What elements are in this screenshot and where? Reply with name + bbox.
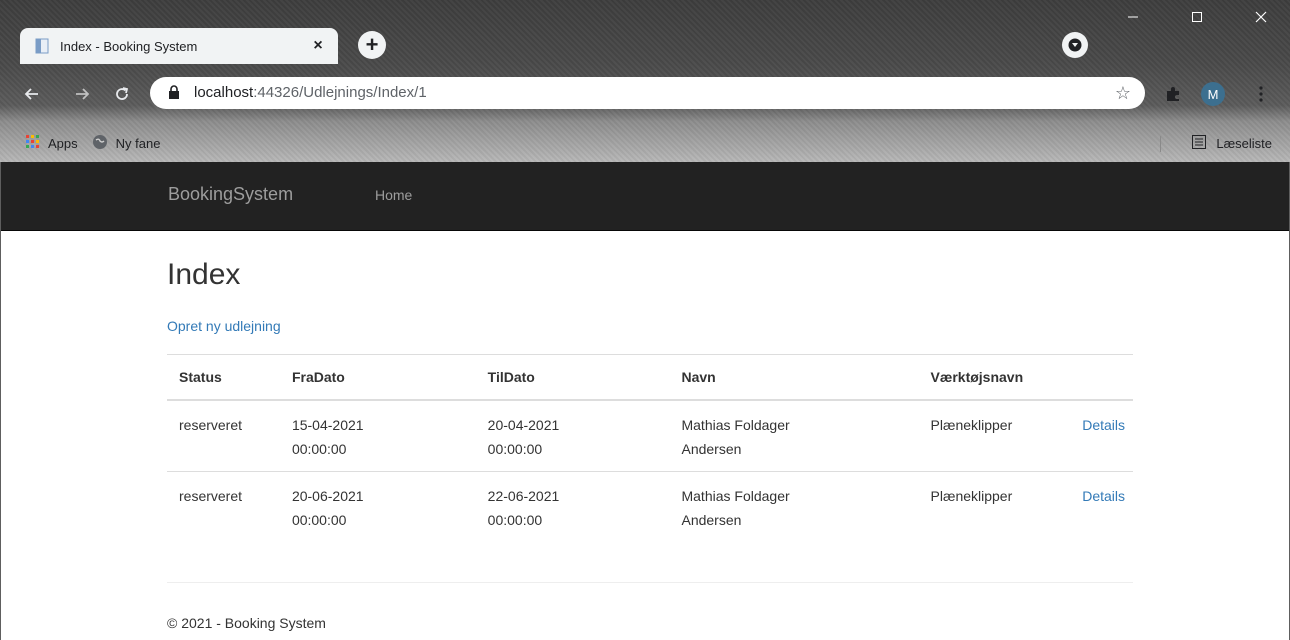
reading-list-icon — [1192, 134, 1207, 152]
minimize-icon[interactable] — [1110, 0, 1156, 34]
rentals-table: Status FraDato TilDato Navn Værktøjsnavn… — [167, 354, 1133, 542]
extensions-puzzle-icon[interactable] — [1160, 81, 1186, 107]
header-vaerktojsnavn: Værktøjsnavn — [918, 354, 1071, 401]
name-line: Andersen — [681, 441, 742, 457]
table-header-row: Status FraDato TilDato Navn Værktøjsnavn — [167, 354, 1133, 401]
name-line: Andersen — [681, 512, 742, 528]
bookmark-star-icon[interactable]: ☆ — [1115, 83, 1131, 104]
cell-navn: Mathias Foldager Andersen — [669, 399, 919, 472]
cell-status: reserveret — [167, 471, 280, 542]
avatar: M — [1201, 82, 1225, 106]
date: 15-04-2021 — [291, 417, 364, 433]
create-new-rental-link[interactable]: Opret ny udlejning — [167, 318, 281, 334]
time: 00:00:00 — [291, 441, 347, 457]
cell-actions: Details — [1070, 399, 1133, 472]
document-favicon-icon — [34, 38, 50, 54]
reading-list-label: Læseliste — [1216, 135, 1272, 151]
address-bar[interactable]: localhost:44326/Udlejnings/Index/1 ☆ — [150, 77, 1145, 109]
date: 22-06-2021 — [487, 488, 560, 504]
browser-tab[interactable]: Index - Booking System × — [20, 28, 338, 64]
cell-navn: Mathias Foldager Andersen — [669, 471, 919, 542]
name-line: Mathias Foldager — [681, 488, 790, 504]
browser-chrome: Index - Booking System × + localhost:443… — [0, 0, 1290, 162]
cell-vaerktojsnavn: Plæneklipper — [918, 399, 1071, 472]
bookmarks-separator — [1160, 136, 1161, 152]
footer-copyright: © 2021 - Booking System — [167, 615, 326, 631]
date: 20-06-2021 — [291, 488, 364, 504]
cell-tildato: 22-06-2021 00:00:00 — [475, 471, 670, 542]
header-navn: Navn — [669, 354, 919, 401]
nav-home-link[interactable]: Home — [375, 187, 412, 203]
url-text[interactable]: localhost:44326/Udlejnings/Index/1 — [194, 84, 1115, 102]
header-actions — [1070, 354, 1133, 401]
cell-actions: Details — [1070, 471, 1133, 542]
cell-tildato: 20-04-2021 00:00:00 — [475, 399, 670, 472]
site-navbar: BookingSystem Home — [1, 162, 1289, 231]
date: 20-04-2021 — [487, 417, 560, 433]
lock-icon — [168, 85, 182, 101]
globe-icon — [92, 134, 108, 153]
menu-kebab-icon[interactable] — [1248, 81, 1274, 107]
url-host: localhost — [194, 84, 254, 101]
name-line: Mathias Foldager — [681, 417, 790, 433]
reload-icon[interactable] — [108, 80, 136, 108]
time: 00:00:00 — [291, 512, 347, 528]
details-link[interactable]: Details — [1082, 488, 1125, 504]
profile-avatar[interactable]: M — [1200, 81, 1226, 107]
browser-toolbar: localhost:44326/Udlejnings/Index/1 ☆ M — [0, 64, 1290, 124]
cell-vaerktojsnavn: Plæneklipper — [918, 471, 1071, 542]
new-tab-button[interactable]: + — [358, 31, 386, 59]
table-row: reserveret 15-04-2021 00:00:00 20-04-2021… — [167, 399, 1133, 472]
tab-close-icon[interactable]: × — [308, 36, 328, 56]
cell-status: reserveret — [167, 399, 280, 472]
header-tildato: TilDato — [475, 354, 670, 401]
web-page: BookingSystem Home Index Opret ny udlejn… — [0, 162, 1290, 640]
maximize-icon[interactable] — [1174, 0, 1220, 34]
bookmarks-bar: Apps Ny fane Læseliste — [0, 124, 1290, 162]
tab-title: Index - Booking System — [60, 38, 198, 54]
cell-fradato: 15-04-2021 00:00:00 — [279, 399, 476, 472]
time: 00:00:00 — [487, 512, 543, 528]
extension-shield-icon[interactable] — [1062, 32, 1088, 58]
navbar-brand-link[interactable]: BookingSystem — [168, 184, 293, 205]
url-path: :44326/Udlejnings/Index/1 — [253, 84, 427, 101]
reading-list-button[interactable]: Læseliste — [1192, 124, 1272, 162]
cell-fradato: 20-06-2021 00:00:00 — [279, 471, 476, 542]
details-link[interactable]: Details — [1082, 417, 1125, 433]
bookmark-label: Ny fane — [115, 135, 161, 151]
bookmark-apps[interactable]: Apps — [26, 134, 78, 152]
bookmark-label: Apps — [48, 135, 78, 151]
header-fradato: FraDato — [279, 354, 476, 401]
table-row: reserveret 20-06-2021 00:00:00 22-06-2021… — [167, 471, 1133, 542]
time: 00:00:00 — [487, 441, 543, 457]
header-status: Status — [167, 354, 280, 401]
forward-arrow-icon[interactable] — [68, 80, 96, 108]
apps-grid-icon — [26, 134, 40, 152]
page-title: Index — [167, 258, 241, 291]
title-bar: Index - Booking System × + — [0, 0, 1290, 64]
footer-divider — [167, 582, 1133, 583]
bookmark-ny-fane[interactable]: Ny fane — [92, 134, 161, 153]
back-arrow-icon[interactable] — [18, 80, 46, 108]
close-window-icon[interactable] — [1238, 0, 1284, 34]
